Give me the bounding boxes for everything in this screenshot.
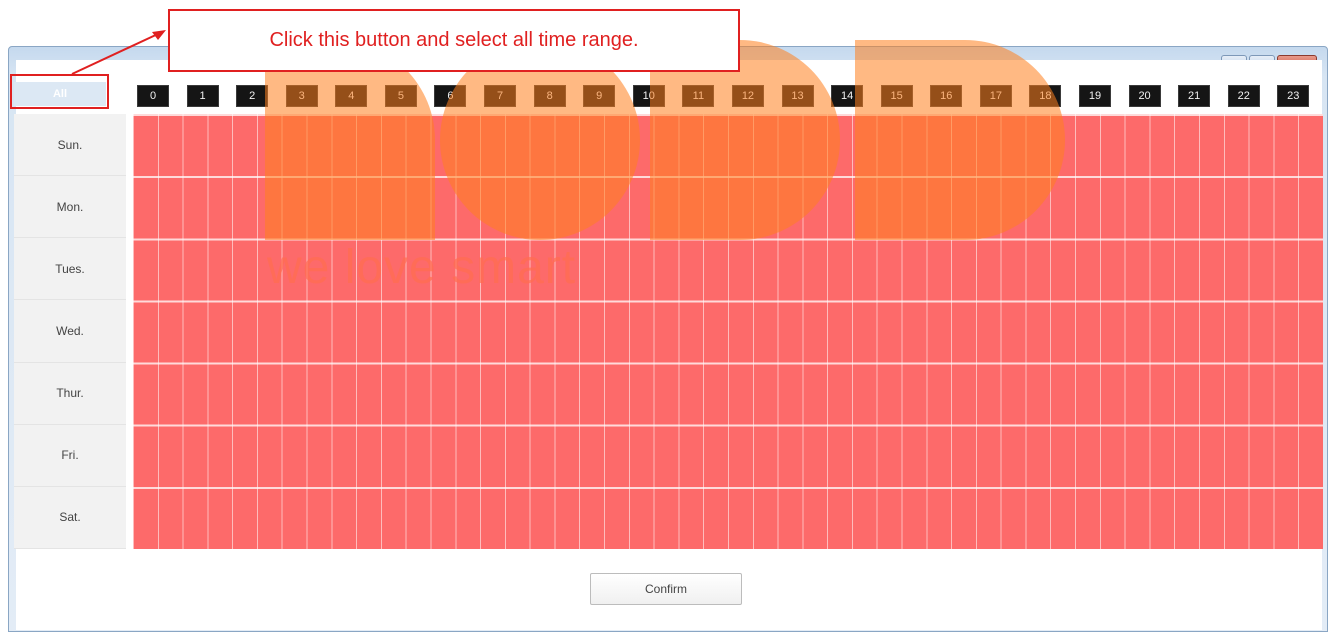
hour-label[interactable]: 15 [880, 85, 913, 107]
hour-label[interactable]: 5 [384, 85, 417, 107]
hour-label[interactable]: 2 [236, 85, 269, 107]
hour-label[interactable]: 0 [137, 85, 169, 107]
day-label[interactable]: Thur. [14, 363, 126, 425]
hour-label[interactable]: 18 [1029, 85, 1062, 107]
hour-label[interactable]: 1 [186, 85, 219, 107]
hour-header-cell: 15 [877, 85, 927, 107]
annotation-callout: Click this button and select all time ra… [168, 9, 740, 72]
hour-label[interactable]: 20 [1128, 85, 1161, 107]
hour-label[interactable]: 9 [583, 85, 616, 107]
day-label[interactable]: Sat. [14, 487, 126, 549]
day-labels: Sun. Mon. Tues. Wed. Thur. Fri. Sat. [14, 114, 126, 549]
hour-label[interactable]: 16 [930, 85, 963, 107]
hour-label[interactable]: 19 [1078, 85, 1111, 107]
hour-label[interactable]: 10 [632, 85, 665, 107]
hour-label[interactable]: 17 [979, 85, 1012, 107]
day-label[interactable]: Tues. [14, 238, 126, 301]
hour-header-cell: 4 [331, 85, 381, 107]
hour-label[interactable]: 23 [1277, 85, 1310, 107]
hour-header-cell: 16 [926, 85, 976, 107]
confirm-button[interactable]: Confirm [590, 573, 742, 605]
hour-label[interactable]: 13 [781, 85, 814, 107]
day-label[interactable]: Sun. [14, 114, 126, 177]
hour-header-cell: 5 [381, 85, 431, 107]
hour-header-cell: 18 [1025, 85, 1075, 107]
hour-label[interactable]: 12 [731, 85, 764, 107]
hour-header-cell: 3 [282, 85, 332, 107]
day-label[interactable]: Mon. [14, 176, 126, 239]
hour-header-cell: 20 [1125, 85, 1175, 107]
day-label[interactable]: Wed. [14, 300, 126, 363]
hour-header-cell: 23 [1273, 85, 1323, 107]
hour-header-cell: 1 [183, 85, 233, 107]
hour-label[interactable]: 14 [831, 85, 864, 107]
hour-label[interactable]: 8 [533, 85, 566, 107]
hour-label[interactable]: 7 [484, 85, 517, 107]
hour-header-cell: 12 [728, 85, 778, 107]
time-range-grid[interactable] [133, 114, 1323, 549]
hour-header-cell: 21 [1174, 85, 1224, 107]
hour-label[interactable]: 21 [1178, 85, 1211, 107]
hour-header-cell: 17 [976, 85, 1026, 107]
hour-header-cell: 10 [629, 85, 679, 107]
hour-label[interactable]: 11 [682, 85, 715, 107]
day-label[interactable]: Fri. [14, 425, 126, 487]
hour-header-cell: 13 [778, 85, 828, 107]
hour-header-cell: 2 [232, 85, 282, 107]
hour-header-cell: 0 [133, 85, 183, 107]
hour-header-cell: 8 [530, 85, 580, 107]
annotation-highlight-box [10, 74, 109, 109]
hour-header-cell: 9 [579, 85, 629, 107]
hour-header-cell: 6 [430, 85, 480, 107]
hour-label[interactable]: 4 [335, 85, 368, 107]
hour-header: 0 1 2 3 4 5 6 7 8 9 10 11 12 13 14 15 16 17 18 19 20 21 22 23 [133, 85, 1323, 107]
hour-header-cell: 22 [1224, 85, 1274, 107]
hour-label[interactable]: 3 [285, 85, 318, 107]
hour-header-cell: 11 [678, 85, 728, 107]
hour-label[interactable]: 6 [434, 85, 467, 107]
hour-header-cell: 19 [1075, 85, 1125, 107]
hour-header-cell: 14 [827, 85, 877, 107]
hour-header-cell: 7 [480, 85, 530, 107]
hour-label[interactable]: 22 [1227, 85, 1260, 107]
